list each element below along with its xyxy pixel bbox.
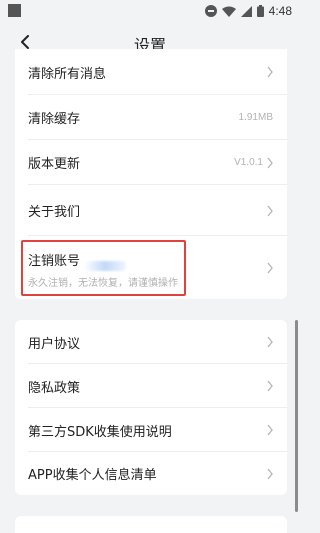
do-not-disturb-icon bbox=[204, 5, 217, 17]
row-label: 用户协议 bbox=[28, 336, 81, 352]
status-icons: 4:48 bbox=[204, 2, 292, 20]
row-label: 第三方SDK收集使用说明 bbox=[28, 424, 172, 440]
status-bar: 4:48 bbox=[0, 0, 300, 22]
chevron-right-icon bbox=[267, 380, 273, 392]
row-label: 关于我们 bbox=[28, 205, 81, 220]
row-label: APP收集个人信息清单 bbox=[28, 468, 157, 483]
row-user-agreement[interactable]: 用户协议 bbox=[15, 320, 287, 364]
settings-card-bottom bbox=[15, 516, 287, 533]
row-label: 版本更新 bbox=[28, 157, 81, 172]
redaction-blur bbox=[84, 261, 126, 271]
settings-card-general: 清除所有消息 清除缓存 1.91MB 版本更新 V1.0.1 关于我们 注销账号… bbox=[15, 49, 287, 299]
row-clear-cache[interactable]: 清除缓存 1.91MB bbox=[15, 95, 287, 140]
row-delete-account[interactable]: 注销账号 永久注销，无法恢复，请谨慎操作 bbox=[15, 236, 287, 299]
cache-size-value: 1.91MB bbox=[238, 112, 273, 123]
delete-account-warning: 永久注销，无法恢复，请谨慎操作 bbox=[28, 278, 178, 289]
row-clear-messages[interactable]: 清除所有消息 bbox=[15, 49, 287, 95]
chevron-right-icon bbox=[267, 468, 273, 479]
row-label: 清除所有消息 bbox=[28, 66, 107, 82]
status-time: 4:48 bbox=[268, 4, 292, 18]
chevron-right-icon bbox=[267, 66, 273, 78]
row-personal-info-list[interactable]: APP收集个人信息清单 bbox=[15, 452, 287, 495]
chevron-right-icon bbox=[267, 205, 273, 216]
signal-icon bbox=[240, 5, 252, 17]
chevron-right-icon bbox=[267, 424, 273, 436]
row-about-us[interactable]: 关于我们 bbox=[15, 185, 287, 236]
chevron-right-icon bbox=[267, 157, 273, 168]
notification-icon bbox=[8, 4, 21, 17]
wifi-icon bbox=[221, 6, 236, 17]
delete-account-label: 注销账号 bbox=[28, 254, 81, 269]
chevron-right-icon bbox=[267, 336, 273, 348]
row-label: 清除缓存 bbox=[28, 112, 81, 127]
row-third-party-sdk[interactable]: 第三方SDK收集使用说明 bbox=[15, 408, 287, 452]
row-label: 隐私政策 bbox=[28, 380, 81, 396]
chevron-right-icon bbox=[267, 262, 273, 273]
row-privacy-policy[interactable]: 隐私政策 bbox=[15, 364, 287, 408]
version-value: V1.0.1 bbox=[234, 157, 263, 168]
settings-card-legal: 用户协议 隐私政策 第三方SDK收集使用说明 APP收集个人信息清单 bbox=[15, 320, 287, 495]
row-version-update[interactable]: 版本更新 V1.0.1 bbox=[15, 140, 287, 185]
scrollbar[interactable] bbox=[295, 320, 298, 512]
battery-icon bbox=[256, 5, 264, 17]
